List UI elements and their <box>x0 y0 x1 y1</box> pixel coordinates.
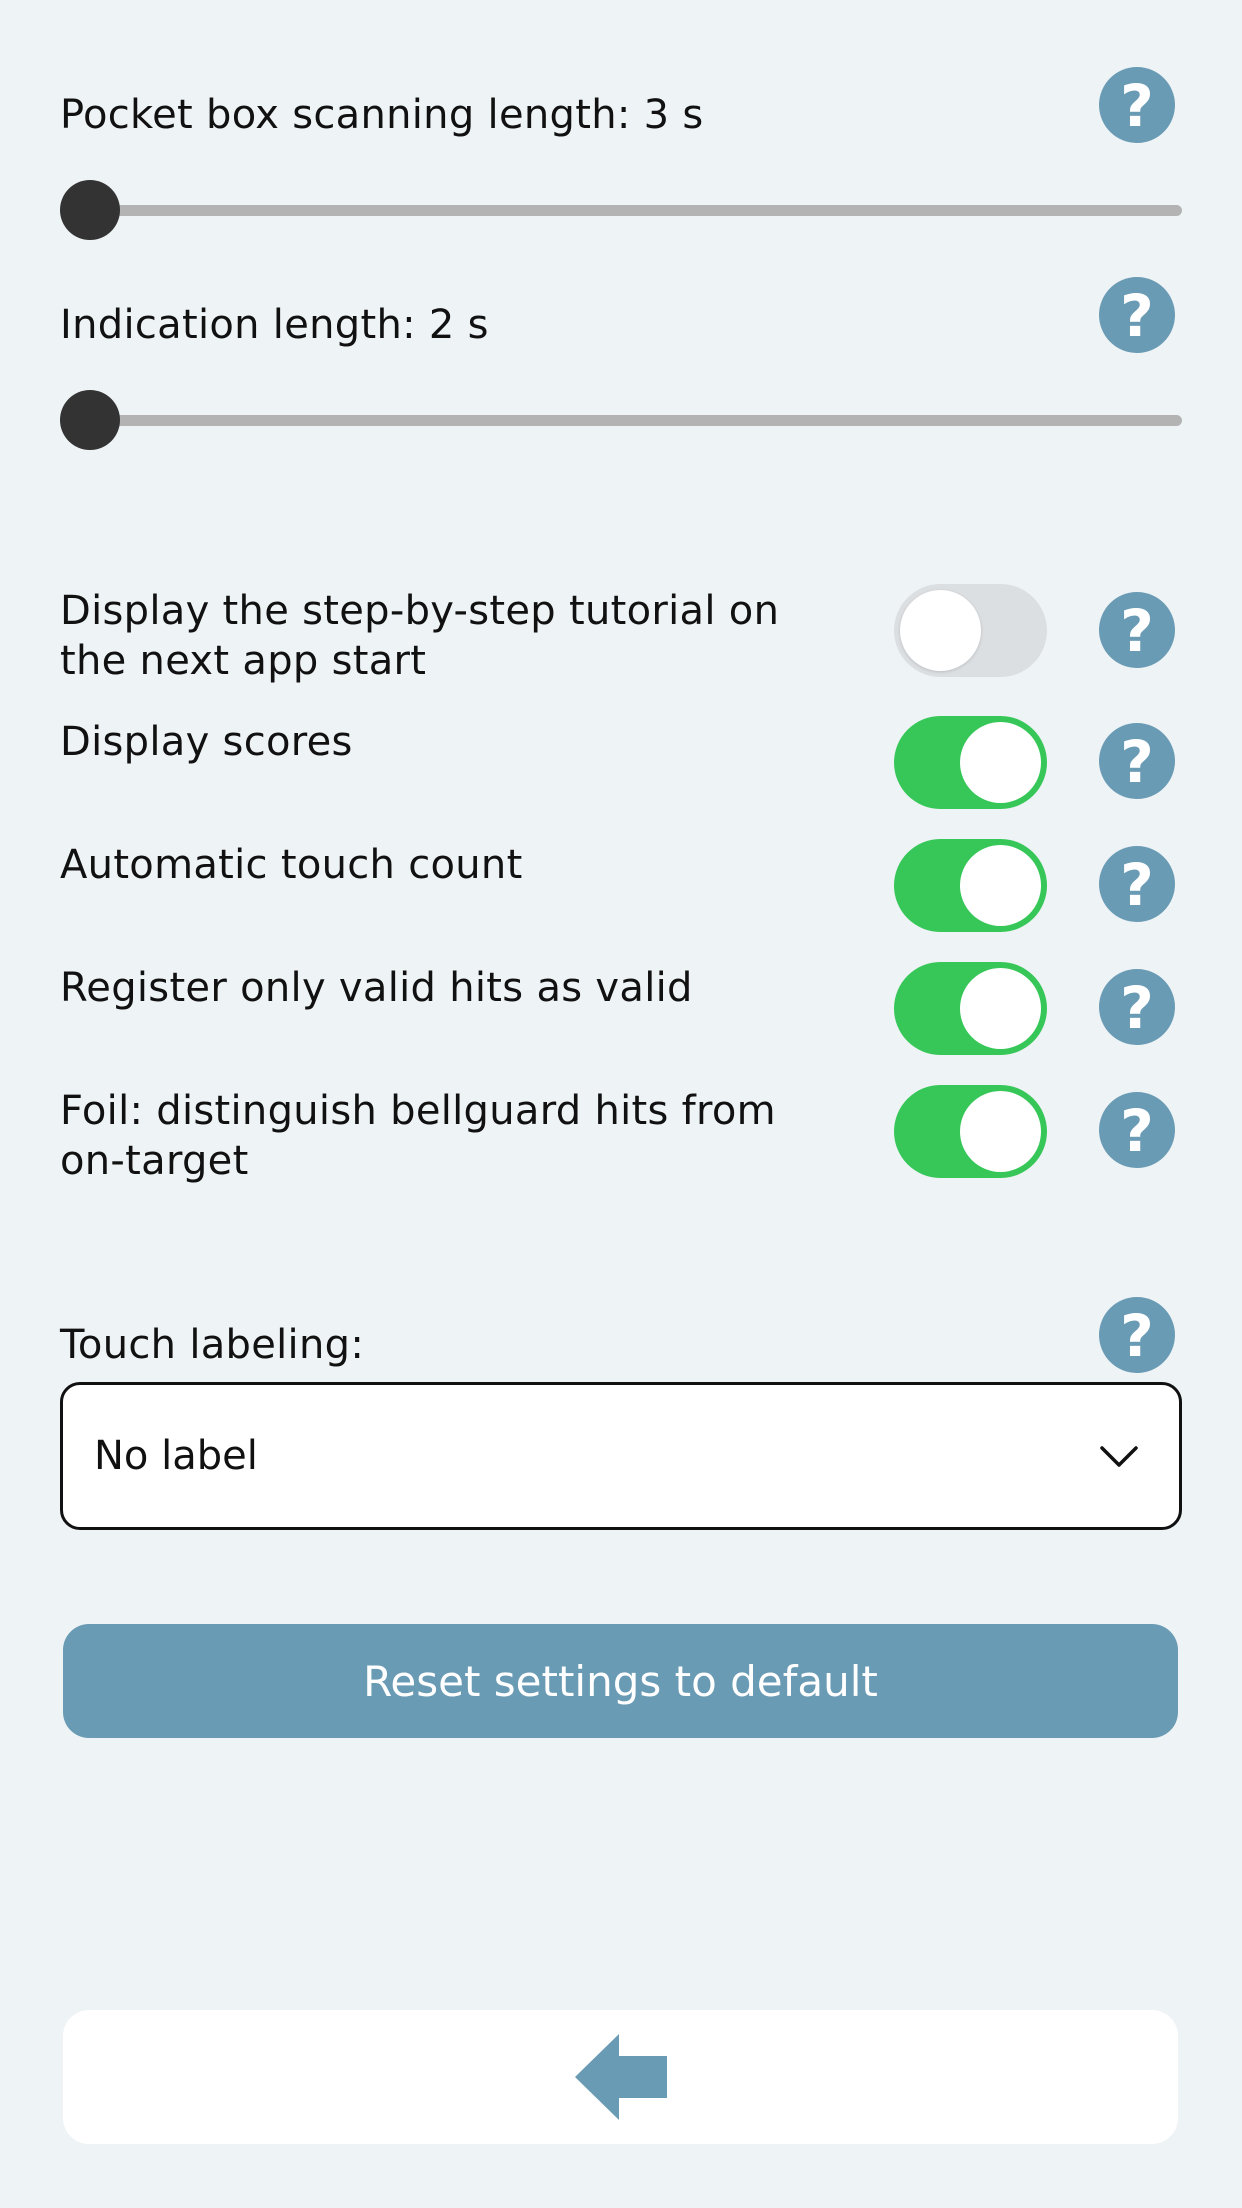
question-mark-icon[interactable]: ? <box>1099 1297 1175 1373</box>
settings-screen: Pocket box scanning length: 3 s ? Indica… <box>0 0 1242 2208</box>
back-button[interactable] <box>63 2010 1178 2144</box>
question-mark-icon[interactable]: ? <box>1099 723 1175 799</box>
toggle-knob <box>900 590 981 671</box>
slider-thumb[interactable] <box>60 180 120 240</box>
question-mark-icon[interactable]: ? <box>1099 592 1175 668</box>
arrow-left-icon <box>574 2034 667 2120</box>
toggle-knob <box>960 968 1041 1049</box>
touch-labeling-label: Touch labeling: <box>60 1322 365 1368</box>
scanning-length-label: Pocket box scanning length: 3 s <box>60 92 704 138</box>
display-scores-label: Display scores <box>60 719 353 765</box>
toggle-knob <box>960 722 1041 803</box>
indication-length-slider[interactable] <box>60 390 1182 450</box>
slider-track <box>60 415 1182 426</box>
reset-settings-button[interactable]: Reset settings to default <box>63 1624 1178 1738</box>
foil-bellguard-toggle[interactable] <box>894 1085 1047 1178</box>
tutorial-toggle-label: Display the step-by-step tutorial on the… <box>60 588 780 684</box>
automatic-touch-count-toggle[interactable] <box>894 839 1047 932</box>
question-mark-icon[interactable]: ? <box>1099 67 1175 143</box>
question-mark-icon[interactable]: ? <box>1099 969 1175 1045</box>
question-mark-icon[interactable]: ? <box>1099 846 1175 922</box>
touch-labeling-value: No label <box>94 1433 258 1479</box>
toggle-knob <box>960 845 1041 926</box>
display-scores-toggle[interactable] <box>894 716 1047 809</box>
foil-bellguard-label: Foil: distinguish bellguard hits from on… <box>60 1088 776 1184</box>
touch-labeling-select[interactable]: No label <box>60 1382 1182 1530</box>
indication-length-label: Indication length: 2 s <box>60 302 489 348</box>
question-mark-icon[interactable]: ? <box>1099 1092 1175 1168</box>
tutorial-toggle[interactable] <box>894 584 1047 677</box>
valid-hits-toggle[interactable] <box>894 962 1047 1055</box>
slider-thumb[interactable] <box>60 390 120 450</box>
scanning-length-slider[interactable] <box>60 180 1182 240</box>
slider-track <box>60 205 1182 216</box>
valid-hits-label: Register only valid hits as valid <box>60 965 693 1011</box>
question-mark-icon[interactable]: ? <box>1099 277 1175 353</box>
automatic-touch-count-label: Automatic touch count <box>60 842 523 888</box>
chevron-down-icon <box>1100 1446 1138 1467</box>
toggle-knob <box>960 1091 1041 1172</box>
